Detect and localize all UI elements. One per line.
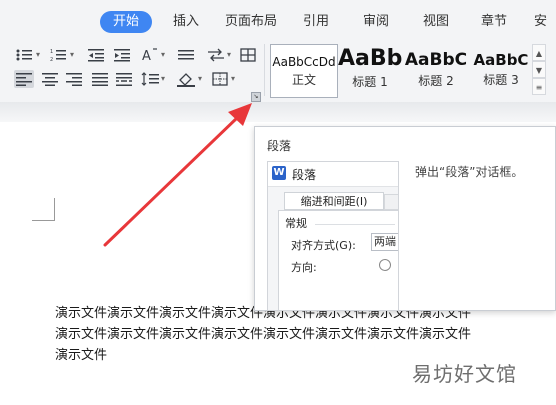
watermark: 易坊好文馆 <box>412 362 517 386</box>
arrow-shaft <box>103 115 240 247</box>
annotation-arrow <box>103 103 252 247</box>
